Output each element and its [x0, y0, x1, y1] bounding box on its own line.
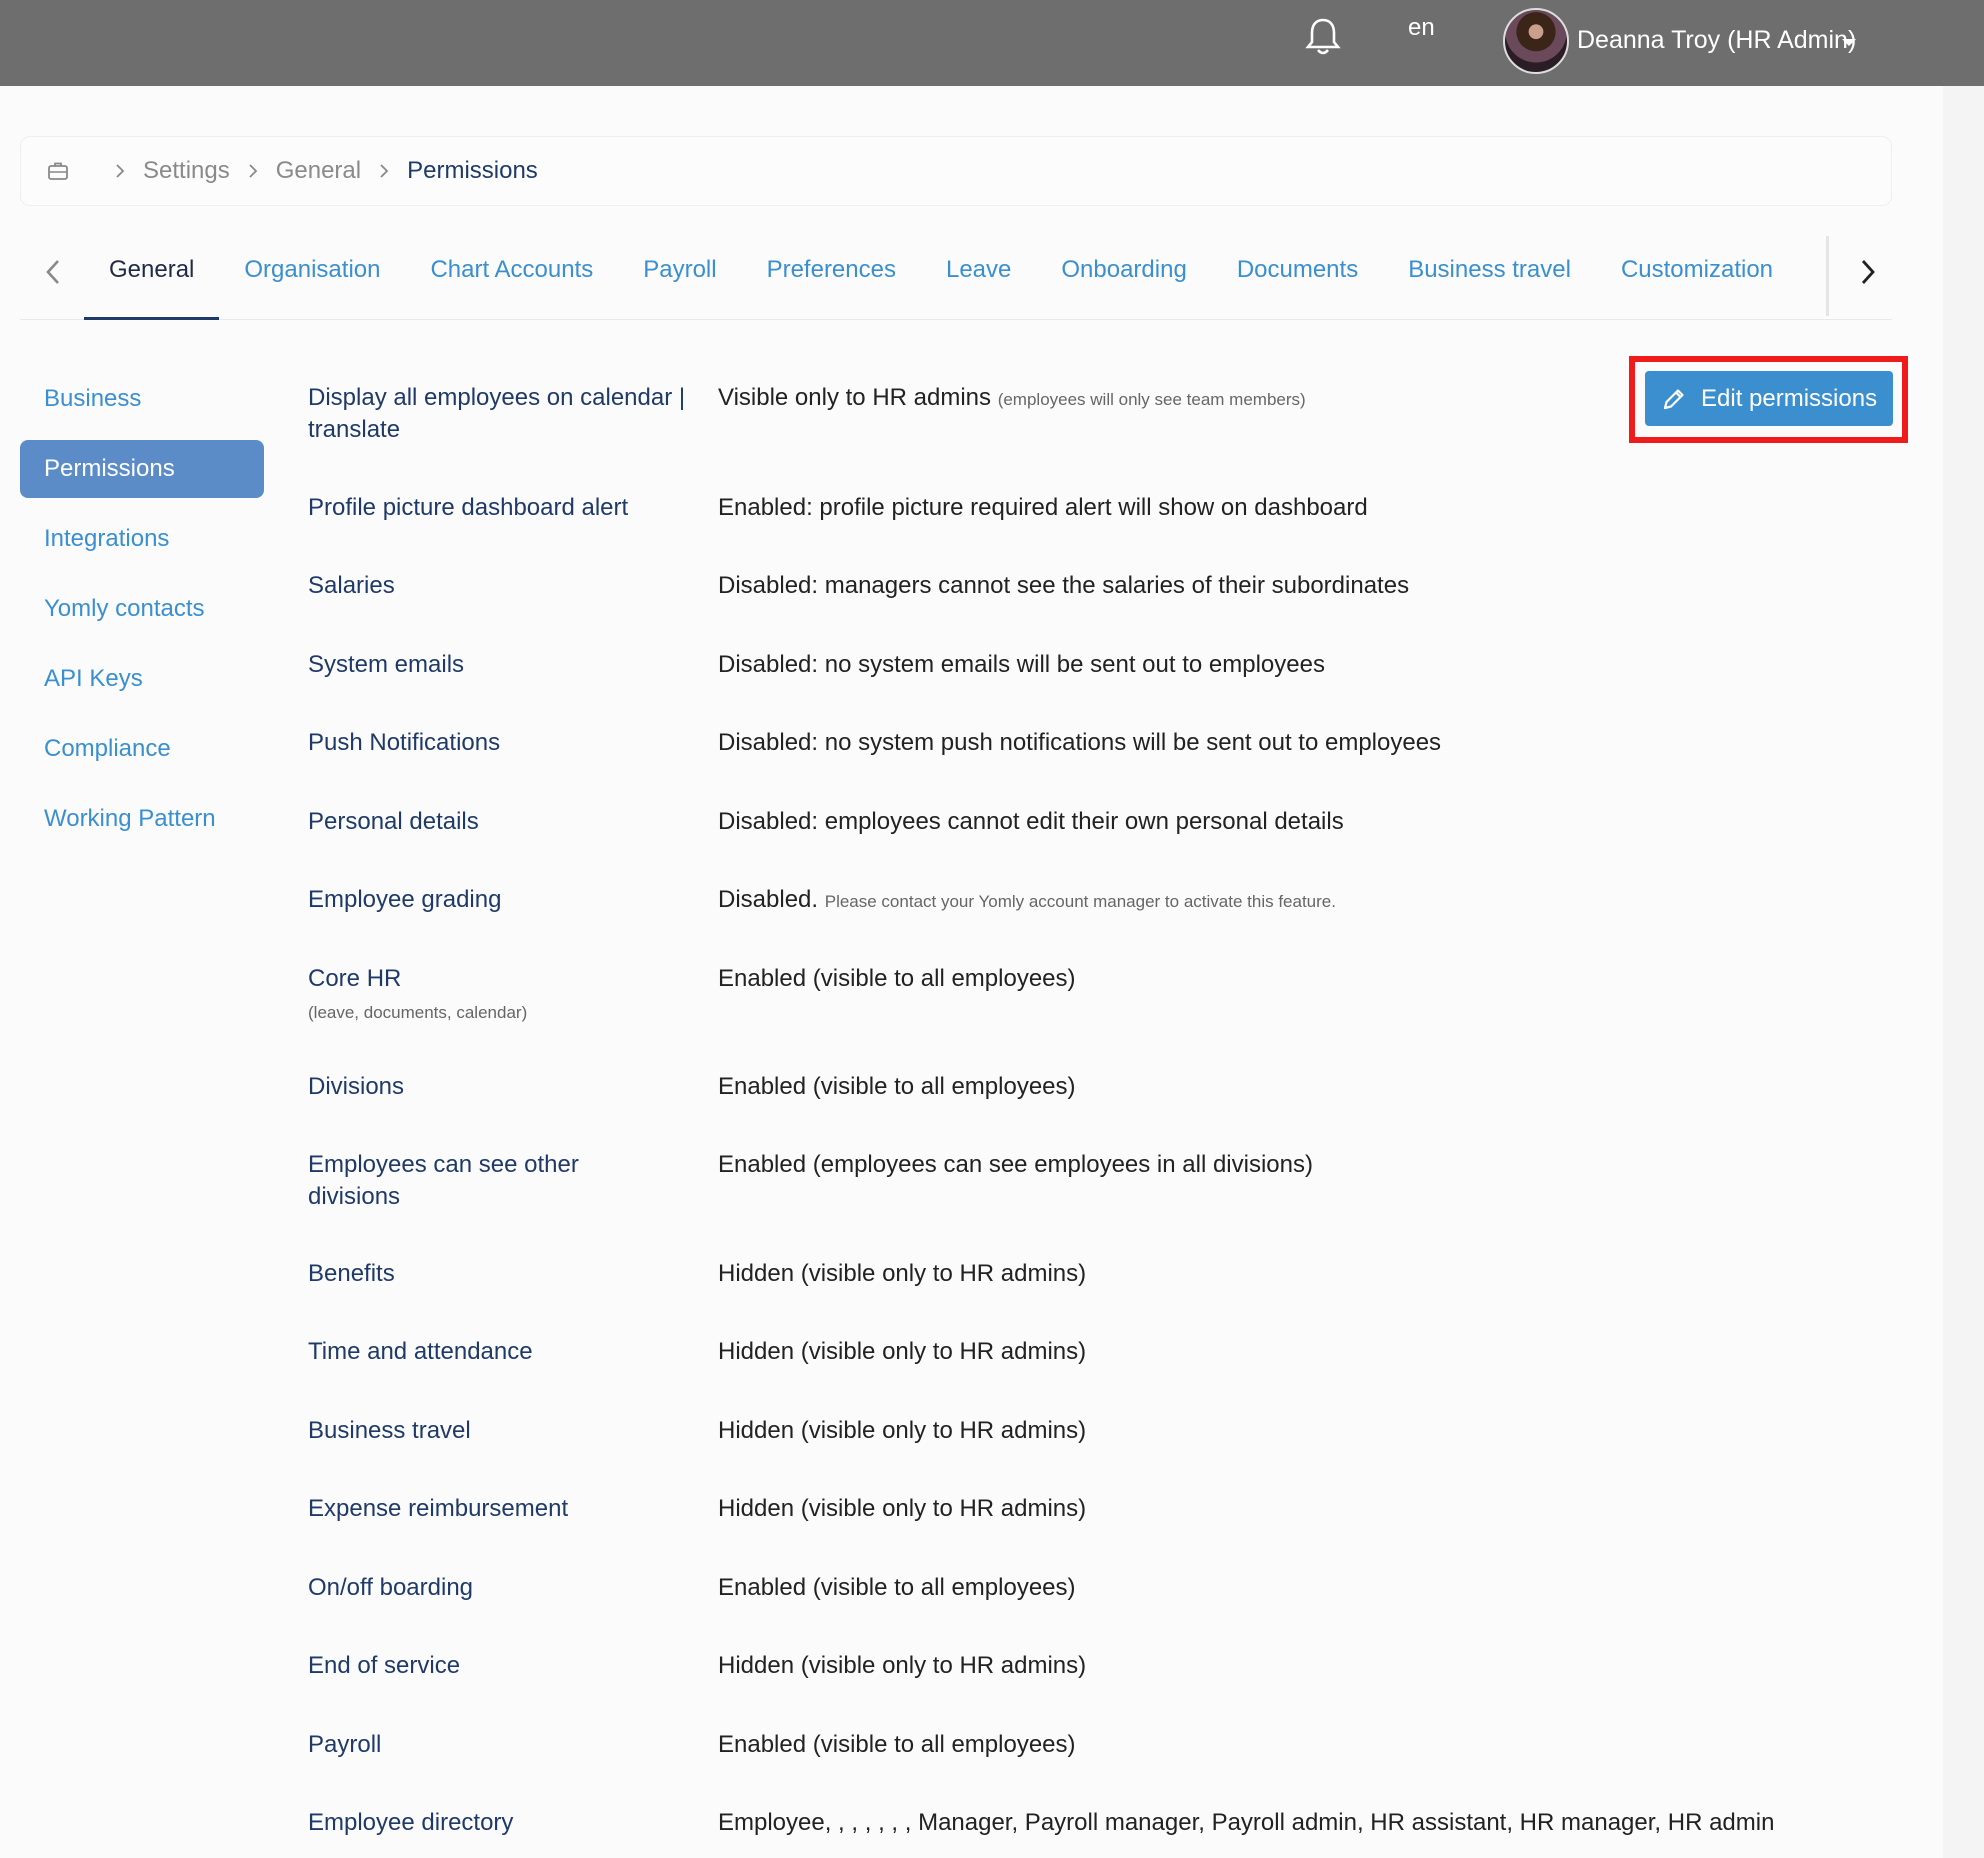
- permission-label: Benefits: [308, 1260, 395, 1287]
- permission-value: Disabled: employees cannot edit their ow…: [718, 808, 1344, 835]
- permission-value: Hidden (visible only to HR admins): [718, 1260, 1087, 1287]
- sidebar-item-permissions[interactable]: Permissions: [20, 440, 264, 498]
- chevron-down-icon[interactable]: [1842, 39, 1856, 46]
- chevron-right-icon: [116, 164, 125, 178]
- permission-label: Display all employees on calendar | tran…: [308, 384, 686, 443]
- permission-value: Disabled: no system push notifications w…: [718, 729, 1442, 756]
- notification-bell-icon[interactable]: [1303, 16, 1343, 58]
- permission-label: Employees can see other divisions: [308, 1151, 579, 1210]
- tab-list: General Organisation Chart Accounts Payroll…: [84, 224, 1824, 320]
- permission-sublabel: (leave, documents, calendar): [308, 1003, 528, 1022]
- breadcrumb-settings[interactable]: Settings: [143, 157, 230, 185]
- permission-note: Please contact your Yomly account manage…: [824, 892, 1336, 911]
- briefcase-icon[interactable]: [47, 160, 69, 182]
- permission-label: Employee grading: [308, 886, 502, 913]
- edit-permissions-label: Edit permissions: [1701, 384, 1878, 412]
- sidebar-item-compliance[interactable]: Compliance: [20, 720, 264, 778]
- permission-value: Hidden (visible only to HR admins): [718, 1652, 1087, 1679]
- sidebar-item-api-keys[interactable]: API Keys: [20, 650, 264, 708]
- chevron-right-icon: [249, 164, 257, 178]
- breadcrumb-general[interactable]: General: [276, 157, 361, 185]
- tab-preferences[interactable]: Preferences: [742, 224, 921, 320]
- avatar[interactable]: [1503, 8, 1569, 74]
- permission-label: Employee directory: [308, 1809, 514, 1836]
- user-menu-name[interactable]: Deanna Troy (HR Admin): [1577, 26, 1856, 55]
- tab-organisation[interactable]: Organisation: [219, 224, 405, 320]
- permission-value: Disabled: managers cannot see the salari…: [718, 572, 1410, 599]
- permission-label: Personal details: [308, 808, 479, 835]
- edit-permissions-button[interactable]: Edit permissions: [1645, 371, 1893, 426]
- tab-scroll-divider: [1826, 236, 1829, 316]
- language-selector[interactable]: en: [1408, 14, 1435, 42]
- sidebar-item-working-pattern[interactable]: Working Pattern: [20, 790, 264, 848]
- breadcrumb: Settings General Permissions: [20, 136, 1892, 206]
- permission-label: Expense reimbursement: [308, 1495, 569, 1522]
- breadcrumb-current: Permissions: [407, 157, 538, 184]
- permission-value: Hidden (visible only to HR admins): [718, 1338, 1087, 1365]
- chevron-right-icon: [380, 164, 389, 178]
- permission-value: Enabled (visible to all employees): [718, 1574, 1076, 1601]
- sidebar-item-integrations[interactable]: Integrations: [20, 510, 264, 568]
- permission-label: Payroll: [308, 1731, 382, 1758]
- permission-label: Time and attendance: [308, 1338, 533, 1365]
- permission-value: Enabled: profile picture required alert …: [718, 494, 1368, 521]
- tab-po[interactable]: Po: [1798, 224, 1824, 320]
- permission-value: Enabled (employees can see employees in …: [718, 1151, 1313, 1178]
- permission-note: (employees will only see team members): [997, 390, 1306, 409]
- tab-customization[interactable]: Customization: [1596, 224, 1798, 320]
- tab-leave[interactable]: Leave: [921, 224, 1036, 320]
- tab-chart-accounts[interactable]: Chart Accounts: [405, 224, 618, 320]
- tab-general[interactable]: General: [84, 224, 220, 320]
- tab-business-travel[interactable]: Business travel: [1383, 224, 1596, 320]
- permission-value: Enabled (visible to all employees): [718, 1073, 1076, 1100]
- permission-value: Hidden (visible only to HR admins): [718, 1417, 1087, 1444]
- sidebar-item-business[interactable]: Business: [20, 370, 264, 428]
- settings-sidebar: Business Permissions Integrations Yomly …: [20, 370, 264, 860]
- permission-label: Business travel: [308, 1417, 471, 1444]
- permission-value: Hidden (visible only to HR admins): [718, 1495, 1087, 1522]
- sidebar-item-yomly-contacts[interactable]: Yomly contacts: [20, 580, 264, 638]
- permission-label: End of service: [308, 1652, 461, 1679]
- permission-value-text: Disabled.: [718, 886, 819, 913]
- pencil-icon: [1663, 388, 1684, 409]
- top-bar: en Deanna Troy (HR Admin): [0, 0, 1984, 86]
- permission-label: Core HR (leave, documents, calendar): [308, 963, 688, 1029]
- main-content: Settings General Permissions General Orga…: [0, 86, 1943, 1858]
- permission-value: Disabled. Please contact your Yomly acco…: [718, 884, 1848, 918]
- permission-label: Divisions: [308, 1073, 405, 1100]
- chevron-left-icon[interactable]: [38, 254, 68, 290]
- permission-value: Enabled (visible to all employees): [718, 1731, 1076, 1758]
- permission-label-text: Core HR: [308, 965, 402, 992]
- chevron-right-icon[interactable]: [1853, 254, 1883, 290]
- permission-value: Disabled: no system emails will be sent …: [718, 651, 1325, 678]
- tab-documents[interactable]: Documents: [1212, 224, 1383, 320]
- permission-value: Enabled (visible to all employees): [718, 965, 1076, 992]
- permission-label: On/off boarding: [308, 1574, 474, 1601]
- settings-tabs: General Organisation Chart Accounts Payroll…: [20, 224, 1892, 320]
- permission-value-text: Visible only to HR admins: [718, 384, 992, 411]
- permission-label: Salaries: [308, 572, 395, 599]
- permission-label: Profile picture dashboard alert: [308, 494, 629, 521]
- tab-onboarding[interactable]: Onboarding: [1036, 224, 1211, 320]
- permission-label: Push Notifications: [308, 729, 501, 756]
- permission-label: System emails: [308, 651, 465, 678]
- tab-payroll[interactable]: Payroll: [618, 224, 741, 320]
- permission-value: Employee, , , , , , , Manager, Payroll m…: [718, 1809, 1775, 1836]
